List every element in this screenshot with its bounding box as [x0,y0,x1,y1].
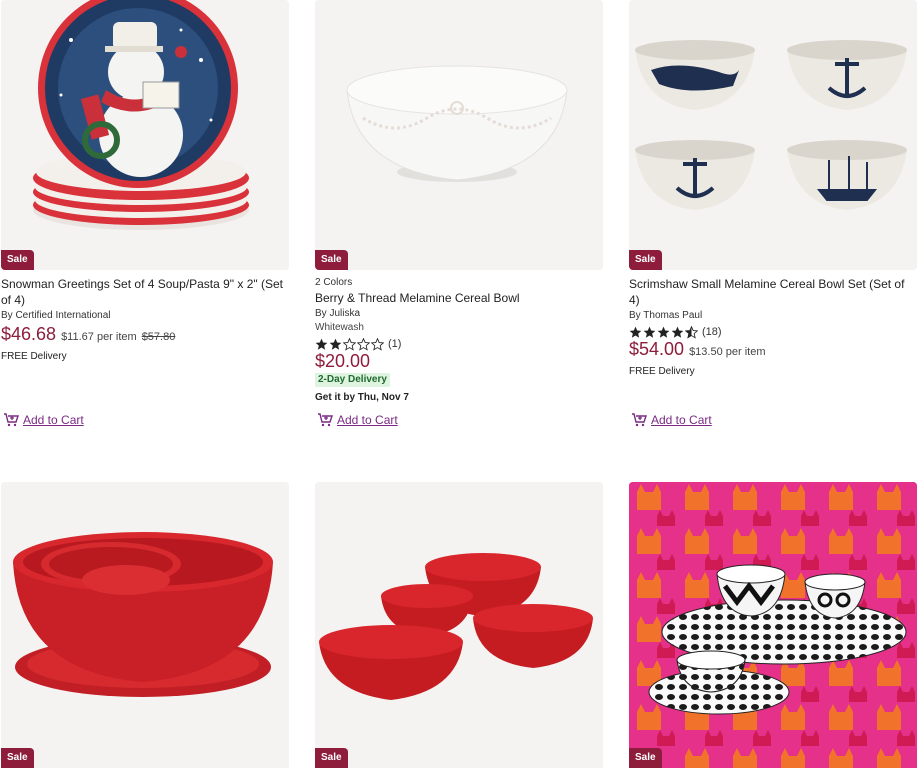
product-card-scrimshaw[interactable]: Sale Scrimshaw Small Melamine Cereal Bow… [629,0,917,379]
sale-badge: Sale [315,748,348,768]
pink-dinnerware-illustration [629,482,917,768]
add-to-cart-icon [632,413,647,427]
add-to-cart-icon [4,413,19,427]
product-image[interactable]: Sale [315,0,603,270]
product-rating[interactable]: (1) [315,336,603,352]
delivery-info: FREE Delivery [1,351,67,362]
product-card-patterned-dinnerware[interactable]: Sale [629,482,917,768]
rating-count: (1) [388,337,402,350]
product-title[interactable]: Scrimshaw Small Melamine Cereal Bowl Set… [629,276,917,308]
product-variant: Whitewash [315,322,364,333]
add-to-cart-button[interactable]: Add to Cart [317,413,398,427]
product-image[interactable]: Sale [315,482,603,768]
per-item-price: $13.50 per item [689,346,766,358]
two-day-delivery-badge: 2-Day Delivery [315,373,390,387]
product-rating[interactable]: (18) [629,324,917,340]
scrimshaw-bowls-illustration [629,0,917,270]
price-row: $46.68 $11.67 per item $57.80 [1,324,289,345]
product-image[interactable]: Sale [1,0,289,270]
sale-badge: Sale [1,748,34,768]
price-row: $20.00 [315,351,603,371]
add-to-cart-button[interactable]: Add to Cart [631,413,712,427]
star-half-icon [685,325,698,339]
product-info: Scrimshaw Small Melamine Cereal Bowl Set… [629,270,917,379]
star-empty-icon [357,337,370,351]
product-info: Snowman Greetings Set of 4 Soup/Pasta 9"… [1,270,289,364]
red-bowls-illustration [1,482,289,768]
sale-price: $54.00 [629,339,685,359]
snowman-bowls-illustration [1,0,289,270]
star-filled-icon [671,326,684,338]
product-card-snowman-greetings[interactable]: Sale Snowman Greetings Set of 4 Soup/Pas… [1,0,289,364]
sale-price: $46.68 [1,324,57,344]
product-card-red-nesting-bowls[interactable]: Sale [1,482,289,768]
product-title[interactable]: Snowman Greetings Set of 4 Soup/Pasta 9"… [1,276,289,308]
product-image[interactable]: Sale [629,0,917,270]
sale-badge: Sale [629,748,662,768]
product-info: 2 Colors Berry & Thread Melamine Cereal … [315,270,603,404]
sale-badge: Sale [315,250,348,270]
product-image[interactable]: Sale [1,482,289,768]
product-brand[interactable]: By Thomas Paul [629,309,917,323]
product-brand[interactable]: By Certified International [1,309,289,323]
price-row: $54.00 $13.50 per item [629,339,917,360]
sale-badge: Sale [1,250,34,270]
star-filled-icon [643,326,656,338]
product-card-red-bowl-set[interactable]: Sale [315,482,603,768]
sale-price: $20.00 [315,351,371,371]
add-to-cart-label: Add to Cart [23,413,84,427]
product-card-berry-thread[interactable]: Sale 2 Colors Berry & Thread Melamine Ce… [315,0,603,404]
delivery-info: FREE Delivery [629,366,695,377]
add-to-cart-icon [318,413,333,427]
red-bowl-set-illustration [315,482,603,768]
delivery-estimate: Get it by Thu, Nov 7 [315,392,409,403]
rating-count: (18) [702,325,722,338]
per-item-price: $11.67 per item [61,331,137,343]
product-brand[interactable]: By Juliska [315,307,603,321]
star-empty-icon [371,337,384,351]
star-filled-icon [629,326,642,338]
add-to-cart-label: Add to Cart [337,413,398,427]
sale-badge: Sale [629,250,662,270]
add-to-cart-label: Add to Cart [651,413,712,427]
product-title[interactable]: Berry & Thread Melamine Cereal Bowl [315,290,603,306]
product-image[interactable]: Sale [629,482,917,768]
add-to-cart-button[interactable]: Add to Cart [3,413,84,427]
original-price: $57.80 [141,331,176,343]
white-bowl-illustration [315,0,603,270]
star-empty-icon [343,337,356,351]
star-filled-icon [657,326,670,338]
star-filled-icon [315,338,328,350]
color-count[interactable]: 2 Colors [315,276,603,290]
star-filled-icon [329,338,342,350]
